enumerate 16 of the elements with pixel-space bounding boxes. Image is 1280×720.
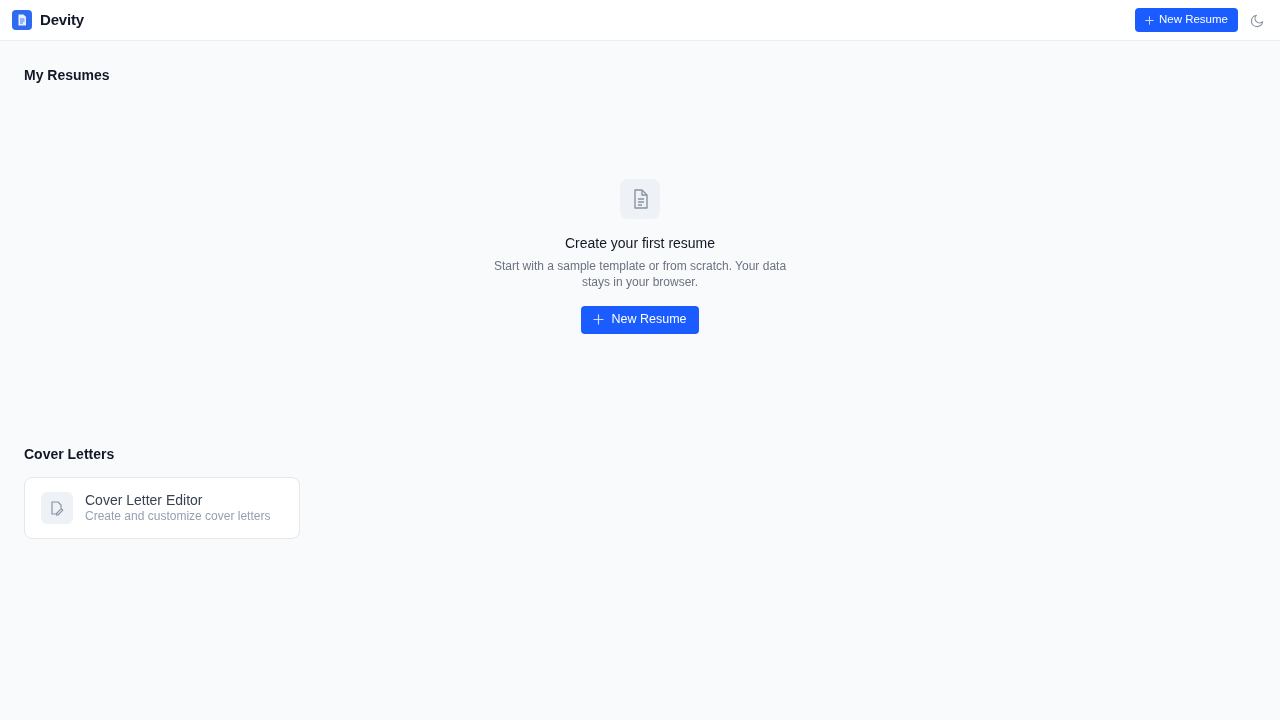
new-resume-button[interactable]: New Resume <box>581 305 699 334</box>
empty-state-title: Create your first resume <box>564 233 716 253</box>
empty-state-description: Start with a sample template or from scratch. Your data stays in your browser. <box>492 257 788 290</box>
moon-icon[interactable] <box>1250 12 1265 28</box>
document-logo-icon <box>12 10 32 30</box>
edit-document-icon <box>41 491 73 524</box>
card-title: Cover Letter Editor <box>85 491 204 509</box>
cover-letter-editor-card[interactable]: Cover Letter Editor Create and customize cover letters <box>24 476 300 539</box>
card-subtitle: Create and customize cover letters <box>85 508 271 524</box>
plus-icon <box>593 314 605 326</box>
section-title: My Resumes <box>24 67 111 84</box>
plus-icon <box>1144 15 1154 25</box>
document-icon <box>620 178 660 219</box>
new-resume-button[interactable]: New Resume <box>1134 8 1238 32</box>
section-title: Cover Letters <box>24 445 116 463</box>
brand-name: Devity <box>40 9 84 30</box>
